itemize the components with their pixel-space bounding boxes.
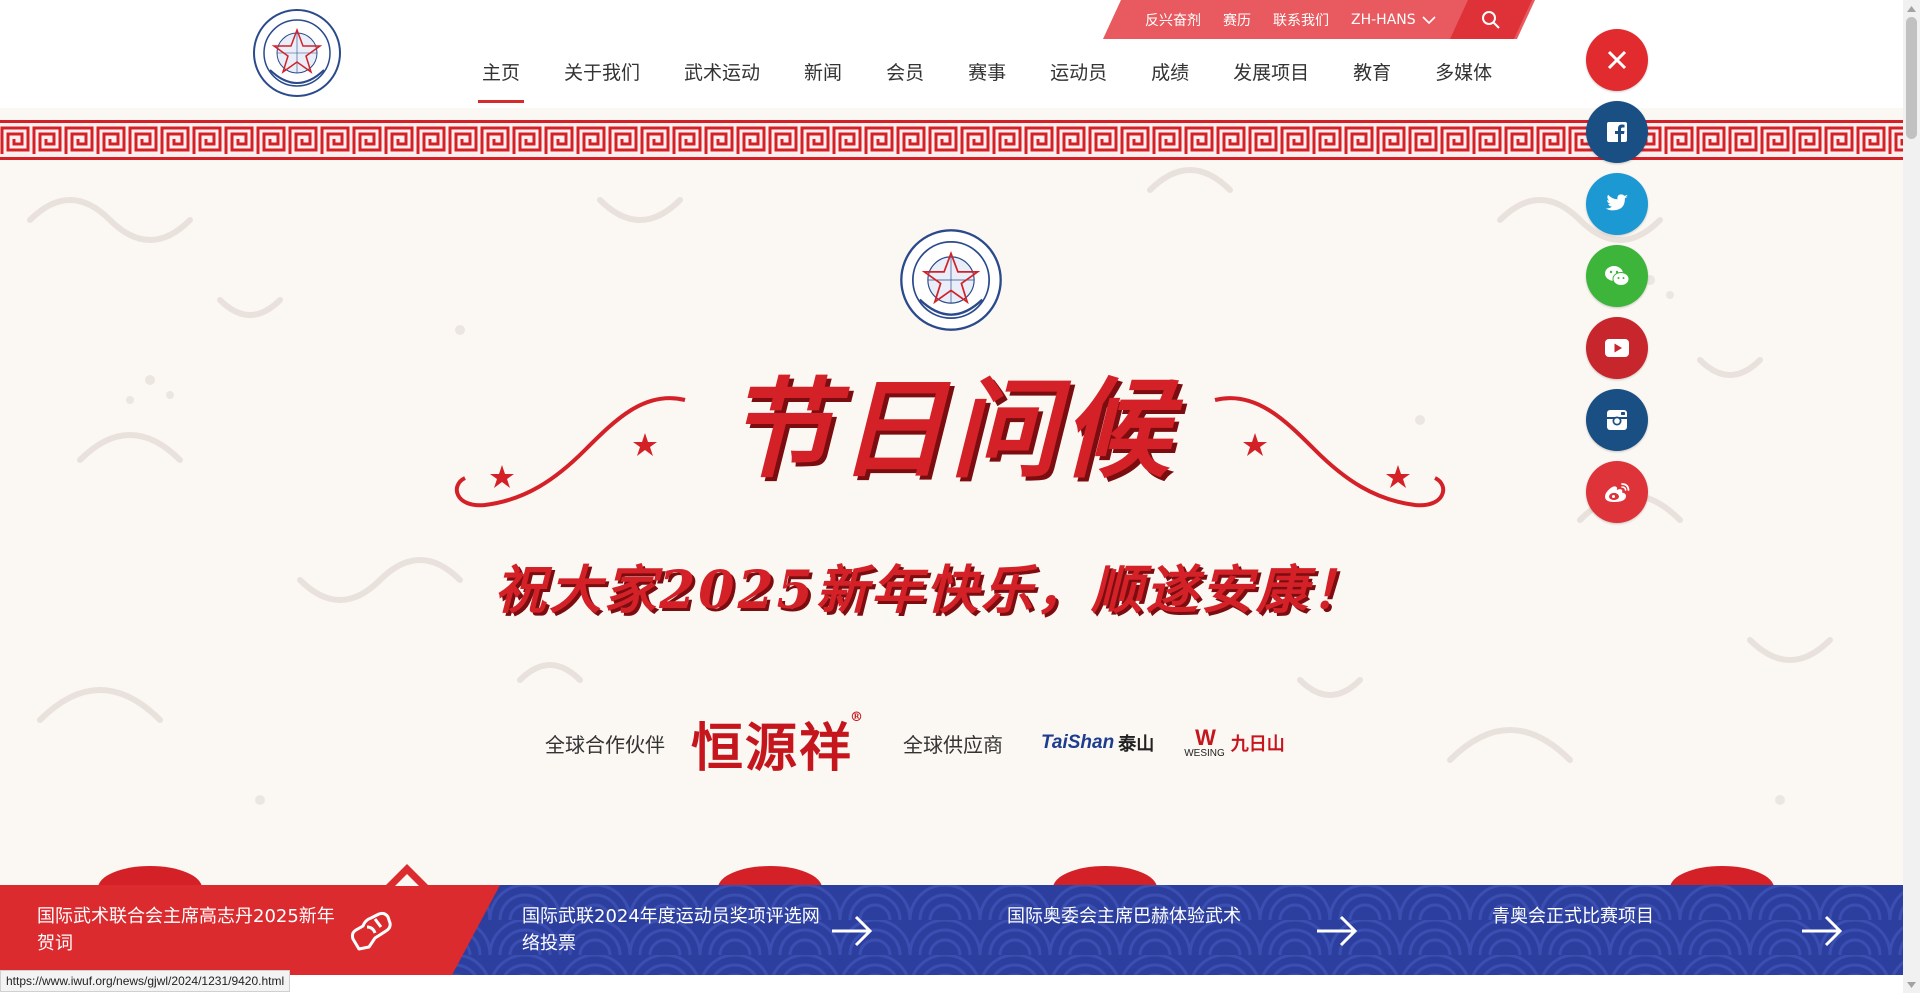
scroll-up-arrow[interactable] (1903, 0, 1920, 17)
wesing-w: W (1195, 724, 1216, 750)
facebook-icon (1607, 122, 1627, 142)
topbar-link-antidoping[interactable]: 反兴奋剂 (1145, 10, 1201, 30)
hengyuanxiang-logo[interactable]: 恒源祥 ® (691, 706, 863, 781)
arrow-right-icon[interactable] (1800, 909, 1844, 953)
news-item-athlete-awards[interactable]: 国际武联2024年度运动员奖项评选网络投票 (522, 885, 832, 975)
wesing-mark: W WESING (1184, 724, 1225, 759)
wesing-logo[interactable]: W WESING 九日山 (1184, 724, 1285, 759)
nav-education[interactable]: 教育 (1331, 58, 1413, 102)
topbar-links: 反兴奋剂 赛历 联系我们 ZH-HANS (1145, 0, 1436, 39)
social-sidebar (1586, 29, 1648, 533)
news-title-new-year-message: 国际武术联合会主席高志丹2025新年贺词 (37, 906, 335, 954)
wesing-text: WESING (1184, 747, 1225, 759)
youtube-icon (1605, 339, 1629, 357)
news-item-bach-wushu[interactable]: 国际奥委会主席巴赫体验武术 (1007, 885, 1307, 975)
nav-athletes[interactable]: 运动员 (1028, 58, 1129, 102)
news-title-youth-olympics: 青奥会正式比赛项目 (1492, 906, 1654, 927)
wechat-icon (1605, 266, 1630, 286)
browser-status-bar: https://www.iwuf.org/news/gjwl/2024/1231… (0, 970, 291, 992)
weibo-icon (1605, 483, 1630, 502)
nav-results[interactable]: 成绩 (1129, 58, 1211, 102)
nav-development[interactable]: 发展项目 (1211, 58, 1331, 102)
scroll-down-arrow[interactable] (1903, 976, 1920, 993)
hengyuanxiang-text: 恒源祥 (691, 717, 854, 779)
taishan-logo[interactable]: TaiShan 泰山 (1041, 730, 1154, 756)
youtube-button[interactable] (1586, 317, 1648, 379)
nav-about[interactable]: 关于我们 (542, 58, 662, 102)
banner-subline: 祝大家2025新年快乐，顺遂安康！ (494, 560, 1366, 621)
global-partner-label: 全球合作伙伴 (545, 732, 665, 757)
global-supplier-label: 全球供应商 (903, 732, 1004, 757)
wesing-chinese: 九日山 (1230, 734, 1285, 755)
taishan-text: TaiShan (1041, 732, 1115, 753)
active-news-pointer (385, 864, 429, 886)
close-icon (1607, 50, 1627, 70)
twitter-button[interactable] (1586, 173, 1648, 235)
arrow-right-icon[interactable] (830, 909, 874, 953)
vertical-scrollbar[interactable] (1903, 0, 1920, 993)
main-nav: 主页 关于我们 武术运动 新闻 会员 赛事 运动员 成绩 发展项目 教育 多媒体 (460, 58, 1514, 106)
left-swirl-ornament (454, 396, 686, 508)
arrow-right-icon[interactable] (1315, 909, 1359, 953)
wechat-button[interactable] (1586, 245, 1648, 307)
nav-events[interactable]: 赛事 (946, 58, 1028, 102)
topbar-link-calendar[interactable]: 赛历 (1223, 10, 1251, 30)
nav-home[interactable]: 主页 (460, 58, 542, 103)
nav-members[interactable]: 会员 (864, 58, 946, 102)
triangle-down-icon (1907, 981, 1916, 988)
news-title-bach-wushu: 国际奥委会主席巴赫体验武术 (1007, 906, 1241, 927)
banner-headline: 节日问候 (725, 367, 1174, 493)
decorative-discs (98, 866, 1774, 885)
search-icon (1481, 10, 1501, 30)
fist-icon (350, 911, 392, 951)
weibo-button[interactable] (1586, 461, 1648, 523)
page: 反兴奋剂 赛历 联系我们 ZH-HANS 主页 关于我们 武术运动 新闻 会员 … (0, 0, 1920, 993)
instagram-button[interactable] (1586, 389, 1648, 451)
iwuf-emblem (900, 229, 1002, 331)
triangle-up-icon (1907, 5, 1916, 12)
facebook-button[interactable] (1586, 101, 1648, 163)
iwuf-logo[interactable] (252, 8, 342, 98)
scroll-thumb[interactable] (1906, 17, 1917, 139)
close-social-button[interactable] (1586, 29, 1648, 91)
language-label: ZH-HANS (1351, 11, 1416, 28)
news-item-new-year-message[interactable]: 国际武术联合会主席高志丹2025新年贺词 (37, 885, 377, 975)
registered-mark: ® (850, 709, 866, 725)
twitter-icon (1605, 194, 1628, 211)
nav-wushu[interactable]: 武术运动 (662, 58, 782, 102)
topbar-link-contact[interactable]: 联系我们 (1273, 10, 1329, 30)
partners-row: 全球合作伙伴 恒源祥 ® 全球供应商 TaiShan 泰山 W WESING 九… (545, 706, 1285, 781)
nav-news[interactable]: 新闻 (782, 58, 864, 102)
right-swirl-ornament (1214, 396, 1446, 508)
language-selector[interactable]: ZH-HANS (1351, 12, 1436, 28)
instagram-icon (1607, 410, 1627, 430)
news-strip: 国际武术联合会主席高志丹2025新年贺词 国际武联2024年度运动员奖项评选网络… (0, 885, 1903, 975)
nav-multimedia[interactable]: 多媒体 (1413, 58, 1514, 102)
news-title-athlete-awards: 国际武联2024年度运动员奖项评选网络投票 (522, 906, 820, 954)
taishan-chinese: 泰山 (1118, 734, 1155, 755)
chevron-down-icon (1422, 15, 1436, 24)
news-item-youth-olympics[interactable]: 青奥会正式比赛项目 (1492, 885, 1772, 975)
